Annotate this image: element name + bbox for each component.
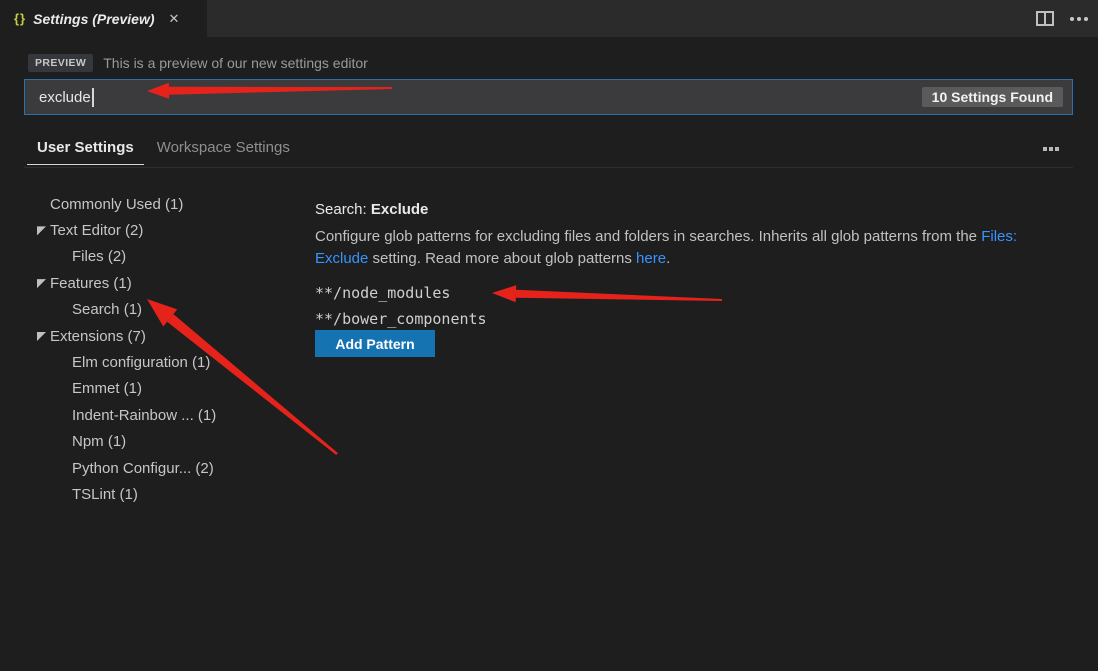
preview-badge: PREVIEW: [28, 54, 93, 72]
tree-item-label: TSLint (1): [72, 486, 138, 503]
tree-item-label: Text Editor (2): [50, 222, 143, 239]
tree-item-label: Emmet (1): [72, 380, 142, 397]
tab-settings-preview[interactable]: {} Settings (Preview) ✕: [0, 0, 207, 37]
here-link[interactable]: here: [636, 250, 666, 267]
description-text: Configure glob patterns for excluding fi…: [315, 228, 981, 245]
tree-item-python-configur[interactable]: Python Configur... (2): [24, 455, 302, 481]
settings-scope-tabs: User Settings Workspace Settings: [24, 130, 1073, 165]
twistie-expanded-icon[interactable]: [37, 226, 46, 235]
text-cursor: [92, 88, 94, 107]
tree-item-tslint[interactable]: TSLint (1): [24, 481, 302, 507]
tab-title: Settings (Preview): [33, 11, 154, 27]
tree-item-label: Npm (1): [72, 433, 126, 450]
tree-item-search[interactable]: Search (1): [24, 297, 302, 323]
tree-item-elm-configuration[interactable]: Elm configuration (1): [24, 349, 302, 375]
arrow-to-node-modules-pattern: [492, 285, 722, 302]
more-actions-icon[interactable]: [1070, 17, 1074, 21]
settings-search-input[interactable]: exclude 10 Settings Found: [24, 79, 1073, 115]
tree-item-npm[interactable]: Npm (1): [24, 429, 302, 455]
settings-tree: Commonly Used (1) Text Editor (2) Files (2…: [24, 191, 302, 508]
banner-text: This is a preview of our new settings ed…: [103, 55, 368, 71]
tab-workspace-settings[interactable]: Workspace Settings: [147, 130, 300, 165]
editor-actions: [1036, 0, 1088, 37]
split-editor-icon[interactable]: [1036, 11, 1054, 26]
tree-item-label: Extensions (7): [50, 328, 146, 345]
tree-item-features[interactable]: Features (1): [24, 270, 302, 296]
search-input-value: exclude: [39, 89, 91, 106]
twistie-expanded-icon[interactable]: [37, 332, 46, 341]
add-pattern-button[interactable]: Add Pattern: [315, 330, 435, 357]
tree-item-commonly-used[interactable]: Commonly Used (1): [24, 191, 302, 217]
pattern-bower-components[interactable]: **/bower_components: [315, 307, 487, 333]
editor-tab-bar: {} Settings (Preview) ✕: [0, 0, 1098, 37]
tree-item-indent-rainbow[interactable]: Indent-Rainbow ... (1): [24, 402, 302, 428]
preview-banner: PREVIEW This is a preview of our new set…: [28, 54, 368, 72]
tree-item-label: Features (1): [50, 275, 132, 292]
setting-category: Search:: [315, 201, 371, 218]
tree-item-label: Files (2): [72, 248, 126, 265]
setting-name: Exclude: [371, 201, 429, 218]
tree-item-emmet[interactable]: Emmet (1): [24, 376, 302, 402]
close-icon[interactable]: ✕: [169, 11, 180, 27]
tree-item-files[interactable]: Files (2): [24, 244, 302, 270]
tree-item-extensions[interactable]: Extensions (7): [24, 323, 302, 349]
exclude-pattern-list: **/node_modules**/bower_components: [315, 281, 487, 332]
settings-count-badge: 10 Settings Found: [922, 87, 1063, 107]
vscode-settings-editor: {} Settings (Preview) ✕ PREVIEW This is …: [0, 0, 1098, 671]
tree-item-text-editor[interactable]: Text Editor (2): [24, 217, 302, 243]
more-settings-actions-icon[interactable]: [1043, 147, 1047, 151]
tab-user-settings[interactable]: User Settings: [27, 130, 144, 165]
description-text: .: [666, 250, 670, 267]
json-braces-icon: {}: [14, 11, 26, 26]
tree-item-label: Commonly Used (1): [50, 196, 183, 213]
description-text: setting. Read more about glob patterns: [368, 250, 636, 267]
setting-title: Search: Exclude: [315, 201, 428, 218]
tree-item-label: Python Configur... (2): [72, 460, 214, 477]
header-separator: [24, 167, 1073, 168]
tree-item-label: Indent-Rainbow ... (1): [72, 407, 216, 424]
tree-item-label: Search (1): [72, 301, 142, 318]
pattern-node-modules[interactable]: **/node_modules: [315, 281, 487, 307]
twistie-expanded-icon[interactable]: [37, 279, 46, 288]
setting-description: Configure glob patterns for excluding fi…: [315, 226, 1033, 269]
tree-item-label: Elm configuration (1): [72, 354, 210, 371]
